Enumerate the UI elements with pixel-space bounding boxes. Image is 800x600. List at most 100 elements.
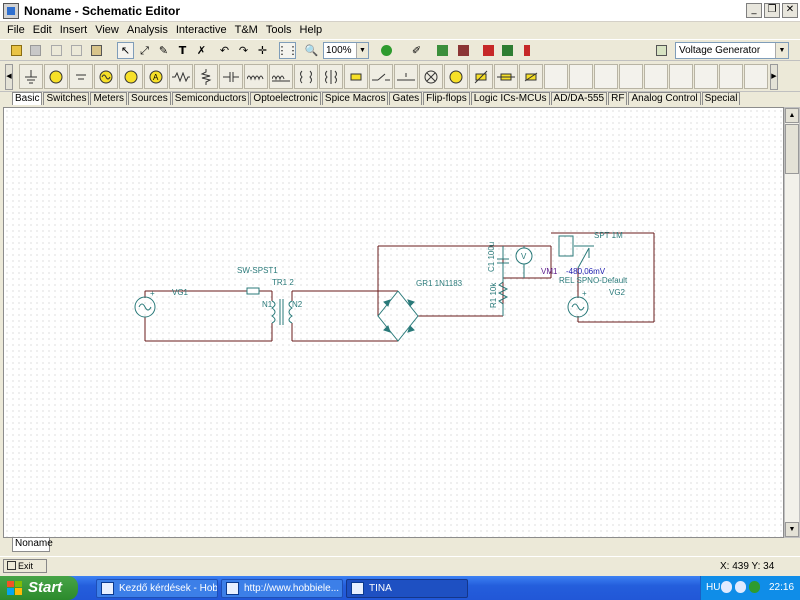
varistor-icon[interactable] [519,64,543,89]
relay-icon[interactable] [344,64,368,89]
palette-slot[interactable] [669,64,693,89]
lamp-icon[interactable] [419,64,443,89]
palette-scroll-left-icon[interactable]: ◀ [5,64,13,90]
close-button[interactable]: ✕ [782,3,798,18]
palette-slot[interactable] [719,64,743,89]
exit-button[interactable]: Exit [3,559,47,573]
tray-icon-3[interactable] [749,581,760,593]
tab-switches[interactable]: Switches [43,92,90,105]
diode-tool-icon[interactable] [480,42,497,59]
relay[interactable] [558,235,594,269]
tab-noname[interactable]: Noname [12,538,53,552]
palette-scroll-right-icon[interactable]: ▶ [770,64,778,90]
menu-analysis[interactable]: Analysis [124,22,173,39]
pointer-icon[interactable]: ↖ [117,42,134,59]
tray-icon-2[interactable] [735,581,746,593]
tab-ad-da[interactable]: AD/DA-555 [550,92,608,105]
menu-tools[interactable]: Tools [263,22,297,39]
minimize-button[interactable]: _ [746,3,762,18]
menu-insert[interactable]: Insert [57,22,93,39]
tab-optoelectronic[interactable]: Optoelectronic [250,92,321,105]
scroll-thumb[interactable] [785,124,799,174]
switch-tool-icon[interactable] [518,42,535,59]
scroll-up-icon[interactable]: ▲ [785,108,799,123]
tab-rf[interactable]: RF [608,92,628,105]
place-component-icon[interactable] [653,42,670,59]
tab-spice-macros[interactable]: Spice Macros [321,92,389,105]
transformer[interactable] [271,299,293,325]
eyedropper-icon[interactable]: ✐ [408,42,425,59]
palette-slot[interactable] [644,64,668,89]
resistor-icon[interactable] [169,64,193,89]
cut-icon[interactable] [48,42,65,59]
tab-analog-control[interactable]: Analog Control [628,92,701,105]
tab-logic-ics[interactable]: Logic ICs-MCUs [470,92,550,105]
capacitor-icon[interactable] [219,64,243,89]
palette-slot[interactable] [619,64,643,89]
start-button[interactable]: Start [0,576,78,600]
switch-icon[interactable] [369,64,393,89]
ground-icon[interactable] [19,64,43,89]
palette-slot[interactable] [744,64,768,89]
schematic-canvas[interactable]: + VG1 SW-SPST1 TR1 2 N1 N2 GR1 1N1183 R1… [3,107,784,538]
component-select[interactable]: Voltage Generator ▼ [675,42,789,59]
tab-semiconductors[interactable]: Semiconductors [171,92,250,105]
tab-gates[interactable]: Gates [389,92,423,105]
pencil-icon[interactable]: ✎ [155,42,172,59]
led-tool-icon[interactable] [499,42,516,59]
task-tina[interactable]: TINA [346,579,468,598]
analysis-mode-icon[interactable] [378,42,395,59]
crosshair-icon[interactable]: ✛ [254,42,271,59]
ammeter-icon[interactable]: A [144,64,168,89]
motor-icon[interactable] [444,64,468,89]
palette-slot[interactable] [694,64,718,89]
fuse-icon[interactable] [494,64,518,89]
dc-voltage-source-icon[interactable] [44,64,68,89]
current-source-icon[interactable] [119,64,143,89]
menu-tm[interactable]: T&M [232,22,263,39]
menu-file[interactable]: File [4,22,30,39]
bridge-rectifier[interactable] [377,290,419,342]
open-folder-icon[interactable] [8,42,25,59]
switch[interactable] [246,287,260,295]
language-indicator[interactable]: HU [706,582,720,593]
text-icon[interactable]: T [174,42,191,59]
redo-icon[interactable]: ↷ [235,42,252,59]
tab-flip-flops[interactable]: Flip-flops [423,92,470,105]
formula-icon[interactable]: ✗ [193,42,210,59]
coil-icon[interactable] [269,64,293,89]
tab-meters[interactable]: Meters [90,92,128,105]
transformer-icon[interactable] [294,64,318,89]
zoom-icon[interactable]: 🔍 [303,42,320,59]
wire-icon[interactable]: ⤢ [136,42,153,59]
tab-special[interactable]: Special [701,92,741,105]
vertical-scrollbar[interactable]: ▲ ▼ [784,107,800,538]
menu-help[interactable]: Help [297,22,328,39]
paste-icon[interactable] [88,42,105,59]
potentiometer-icon[interactable] [194,64,218,89]
transformer-2-icon[interactable] [319,64,343,89]
task-browser-2[interactable]: http://www.hobbiele... [221,579,343,598]
ac-voltage-source-icon[interactable] [94,64,118,89]
palette-slot[interactable] [544,64,568,89]
save-icon[interactable] [27,42,44,59]
copy-icon[interactable] [68,42,85,59]
component-tool-1-icon[interactable] [434,42,451,59]
menu-interactive[interactable]: Interactive [173,22,232,39]
menu-edit[interactable]: Edit [30,22,57,39]
component-tool-2-icon[interactable] [455,42,472,59]
scroll-down-icon[interactable]: ▼ [785,522,799,537]
undo-icon[interactable]: ↶ [216,42,233,59]
zoom-select[interactable]: 100% ▼ [323,42,369,59]
palette-slot[interactable] [569,64,593,89]
pushbutton-icon[interactable] [394,64,418,89]
tab-sources[interactable]: Sources [128,92,171,105]
thermistor-icon[interactable] [469,64,493,89]
palette-slot[interactable] [594,64,618,89]
menu-view[interactable]: View [92,22,124,39]
restore-button[interactable]: ❐ [764,3,780,18]
task-browser-1[interactable]: Kezdő kérdések - Hob... [96,579,218,598]
tab-basic[interactable]: Basic [12,92,43,105]
tray-icon-1[interactable] [721,581,732,593]
grid-icon[interactable]: ⋮⋮ [277,42,299,59]
